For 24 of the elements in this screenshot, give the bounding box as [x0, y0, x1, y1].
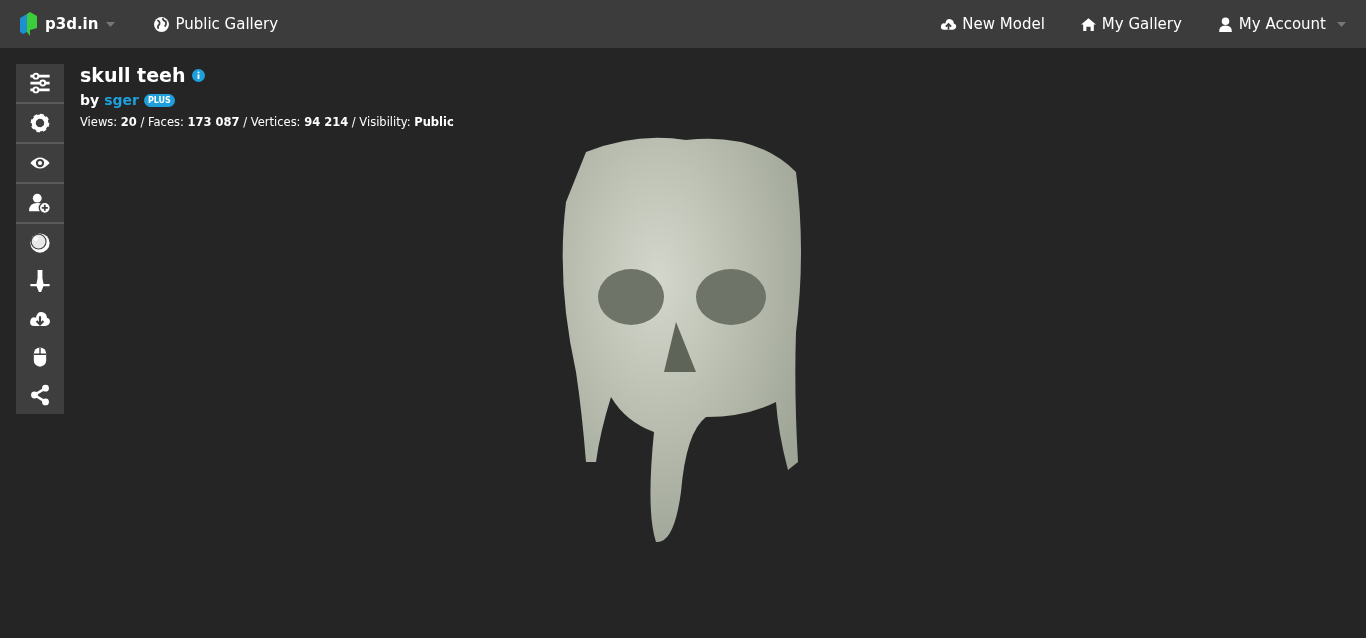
- nav-link[interactable]: New Model: [940, 15, 1045, 33]
- author-link[interactable]: sger: [104, 92, 139, 108]
- pin-icon: [29, 270, 51, 292]
- settings-icon: [29, 112, 51, 134]
- nav-link[interactable]: My Account: [1216, 15, 1346, 33]
- globe-icon: [153, 15, 171, 33]
- user-icon: [1216, 15, 1234, 33]
- brand-name: p3d.in: [45, 15, 99, 33]
- model-title: skull teeh: [80, 64, 186, 86]
- nav-link[interactable]: My Gallery: [1079, 15, 1182, 33]
- caret-icon: [106, 21, 116, 27]
- sphere-icon: [29, 232, 51, 254]
- model-stats: Views: 20 / Faces: 173 087 / Vertices: 94 214 / Visibility: Public: [80, 114, 454, 131]
- info-icon[interactable]: [191, 68, 205, 82]
- nav-link[interactable]: Public Gallery: [153, 15, 279, 33]
- by-label: by: [80, 92, 100, 108]
- share-icon: [29, 384, 51, 406]
- plus-badge: PLUS: [143, 93, 175, 107]
- logo-icon: [20, 12, 37, 36]
- sliders-icon: [29, 72, 51, 94]
- logo-link[interactable]: p3d.in: [20, 12, 99, 36]
- caret-icon: [1337, 21, 1346, 27]
- add-user-icon: [29, 192, 51, 214]
- home-icon: [1079, 15, 1097, 33]
